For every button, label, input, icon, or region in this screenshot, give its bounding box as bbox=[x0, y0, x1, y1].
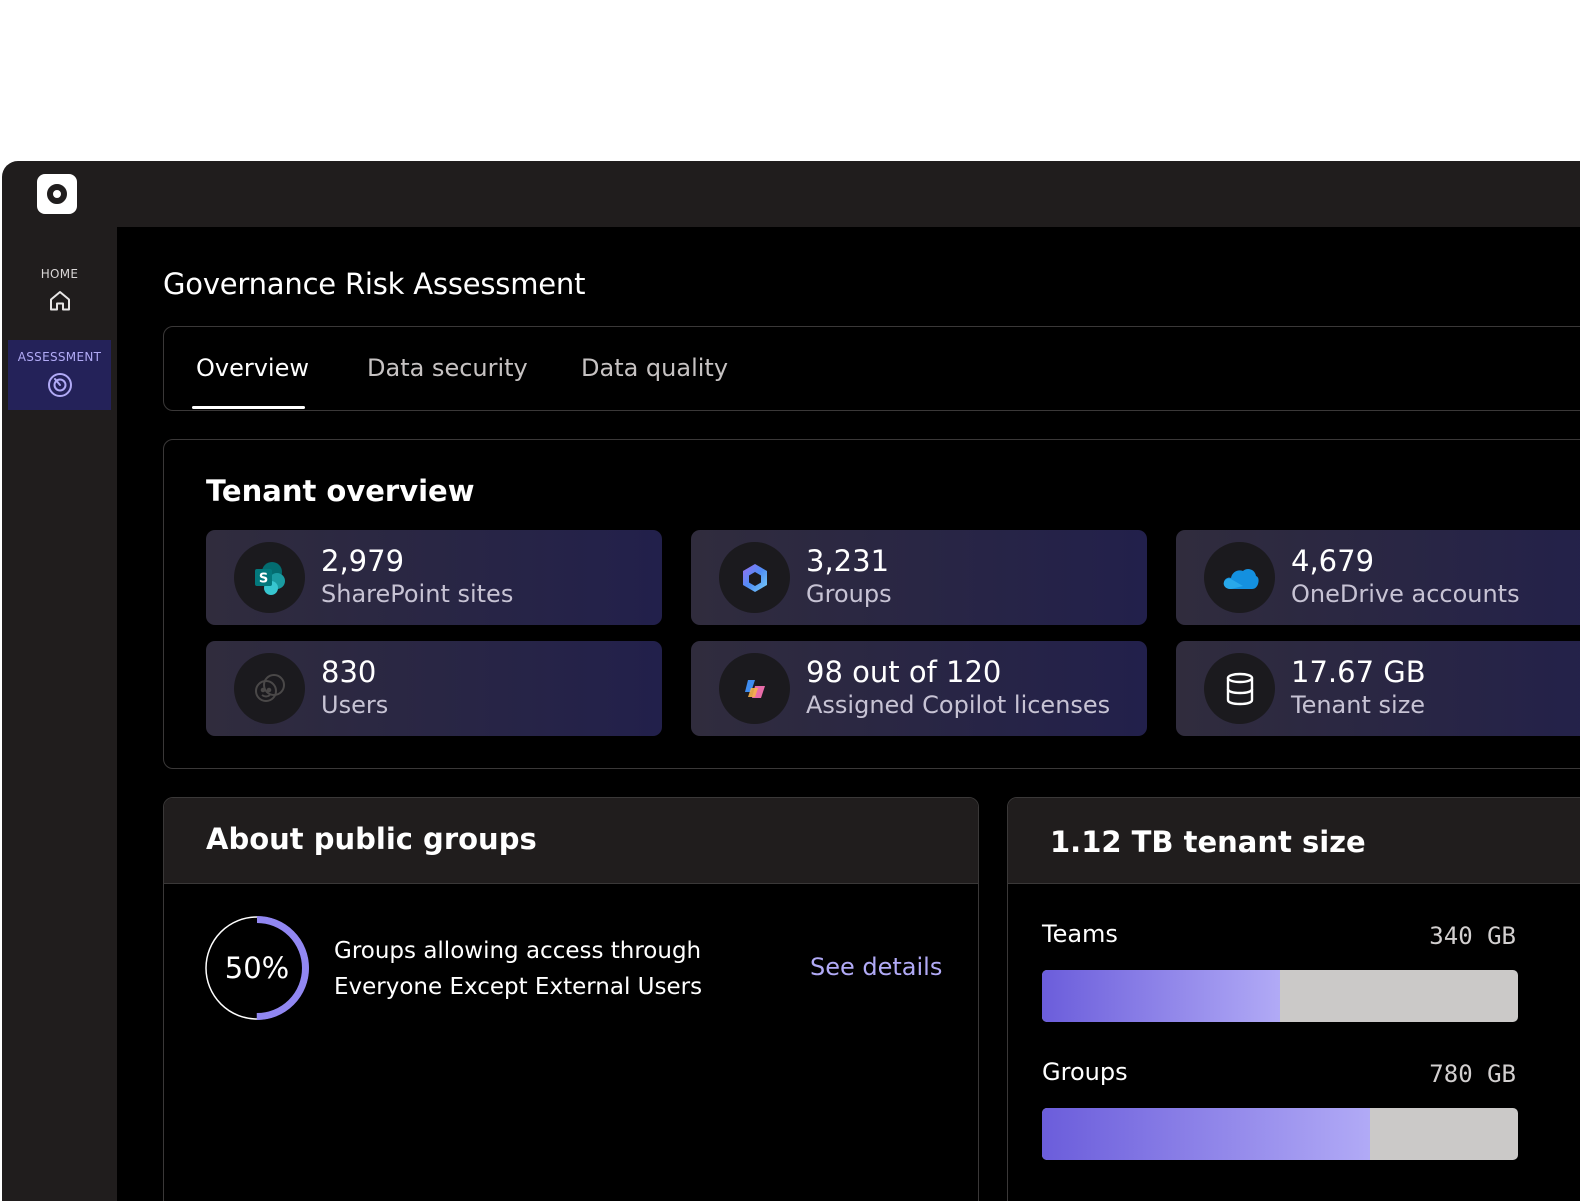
card-header: About public groups bbox=[164, 798, 978, 884]
percent-value: 50% bbox=[224, 951, 290, 985]
bar-value-teams: 340 GB bbox=[1429, 922, 1516, 950]
tab-bar: Overview Data security Data quality bbox=[163, 326, 1580, 411]
card-header: 1.12 TB tenant size bbox=[1008, 798, 1580, 884]
stat-label: Assigned Copilot licenses bbox=[806, 691, 1111, 719]
onedrive-icon bbox=[1204, 542, 1275, 613]
card-title: About public groups bbox=[206, 822, 537, 856]
stat-value: 3,231 bbox=[806, 544, 890, 578]
bar-label-groups: Groups bbox=[1042, 1058, 1128, 1086]
stat-label: Users bbox=[321, 691, 389, 719]
usage-bar-groups bbox=[1042, 1108, 1518, 1160]
stat-label: Groups bbox=[806, 580, 892, 608]
tab-data-quality[interactable]: Data quality bbox=[581, 354, 728, 382]
stat-value: 2,979 bbox=[321, 544, 405, 578]
bar-value-groups: 780 GB bbox=[1429, 1060, 1516, 1088]
sidebar-item-assessment[interactable]: ASSESSMENT bbox=[8, 340, 111, 410]
stat-label: SharePoint sites bbox=[321, 580, 514, 608]
stat-value: 830 bbox=[321, 655, 377, 689]
main-content: Governance Risk Assessment Overview Data… bbox=[117, 227, 1580, 1201]
bar-label-teams: Teams bbox=[1042, 920, 1118, 948]
usage-bar-fill bbox=[1042, 970, 1280, 1022]
app-window: HOME ASSESSMENT Governance Risk Assessme… bbox=[2, 161, 1580, 1201]
see-details-link[interactable]: See details bbox=[810, 953, 942, 981]
database-icon bbox=[1204, 653, 1275, 724]
stat-value: 17.67 GB bbox=[1291, 655, 1426, 689]
svg-text:S: S bbox=[258, 571, 267, 586]
sidebar-item-label: ASSESSMENT bbox=[17, 350, 102, 364]
stat-card-copilot[interactable]: 98 out of 120 Assigned Copilot licenses bbox=[691, 641, 1147, 736]
tenant-size-card: 1.12 TB tenant size Teams 340 GB Groups … bbox=[1007, 797, 1580, 1201]
page-title: Governance Risk Assessment bbox=[163, 267, 586, 301]
description-line: Groups allowing access through bbox=[334, 938, 702, 964]
assessment-icon bbox=[47, 372, 73, 402]
copilot-icon bbox=[719, 653, 790, 724]
section-title: Tenant overview bbox=[206, 474, 475, 508]
users-icon bbox=[234, 653, 305, 724]
usage-bar-teams bbox=[1042, 970, 1518, 1022]
stat-card-users[interactable]: 830 Users bbox=[206, 641, 662, 736]
stat-card-tenant-size[interactable]: 17.67 GB Tenant size bbox=[1176, 641, 1580, 736]
public-groups-card: About public groups 50% Groups allowing … bbox=[163, 797, 979, 1201]
sidebar-item-label: HOME bbox=[40, 267, 79, 281]
stat-value: 98 out of 120 bbox=[806, 655, 1002, 689]
home-icon bbox=[48, 289, 72, 317]
tenant-overview-panel: Tenant overview S 2,979 SharePoint sites bbox=[163, 439, 1580, 769]
tab-data-security[interactable]: Data security bbox=[367, 354, 528, 382]
usage-bar-fill bbox=[1042, 1108, 1371, 1160]
sharepoint-icon: S bbox=[234, 542, 305, 613]
groups-icon bbox=[719, 542, 790, 613]
app-logo[interactable] bbox=[37, 174, 77, 214]
card-title: 1.12 TB tenant size bbox=[1050, 825, 1366, 859]
sidebar: HOME ASSESSMENT bbox=[2, 227, 117, 1201]
stat-value: 4,679 bbox=[1291, 544, 1375, 578]
stat-label: OneDrive accounts bbox=[1291, 580, 1520, 608]
sidebar-item-home[interactable]: HOME bbox=[8, 257, 111, 327]
stat-card-groups[interactable]: 3,231 Groups bbox=[691, 530, 1147, 625]
logo-icon bbox=[47, 184, 67, 204]
public-groups-description: Groups allowing access through Everyone … bbox=[334, 933, 754, 1005]
description-line: Everyone Except External Users bbox=[334, 974, 703, 1000]
stat-card-onedrive[interactable]: 4,679 OneDrive accounts bbox=[1176, 530, 1580, 625]
stat-label: Tenant size bbox=[1291, 691, 1426, 719]
active-tab-indicator bbox=[192, 406, 305, 409]
tab-overview[interactable]: Overview bbox=[196, 354, 309, 382]
stat-card-sharepoint[interactable]: S 2,979 SharePoint sites bbox=[206, 530, 662, 625]
